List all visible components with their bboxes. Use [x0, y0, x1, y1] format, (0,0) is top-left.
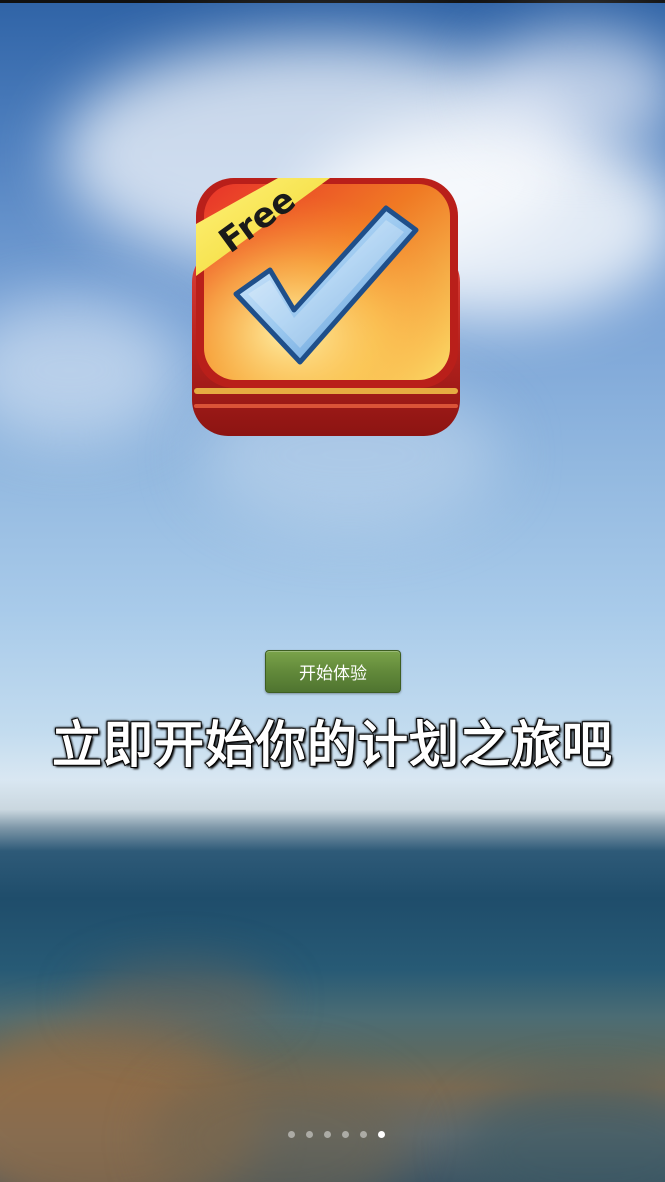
- start-experience-button[interactable]: 开始体验: [265, 650, 401, 693]
- cloud: [0, 300, 180, 440]
- app-logo: Free: [190, 176, 462, 438]
- tagline-text: 立即开始你的计划之旅吧: [51, 715, 613, 775]
- splash-screen: Free 开始体验 立即开始你的计划之旅吧: [0, 0, 665, 1182]
- page-dot[interactable]: [288, 1131, 295, 1138]
- page-dot-active[interactable]: [378, 1131, 385, 1138]
- page-dot[interactable]: [360, 1131, 367, 1138]
- page-dot[interactable]: [342, 1131, 349, 1138]
- shore-rock: [80, 960, 280, 1040]
- page-dot[interactable]: [324, 1131, 331, 1138]
- page-dot[interactable]: [306, 1131, 313, 1138]
- status-bar-edge: [0, 0, 665, 3]
- page-indicator: [0, 1131, 665, 1138]
- cloud: [480, 30, 665, 150]
